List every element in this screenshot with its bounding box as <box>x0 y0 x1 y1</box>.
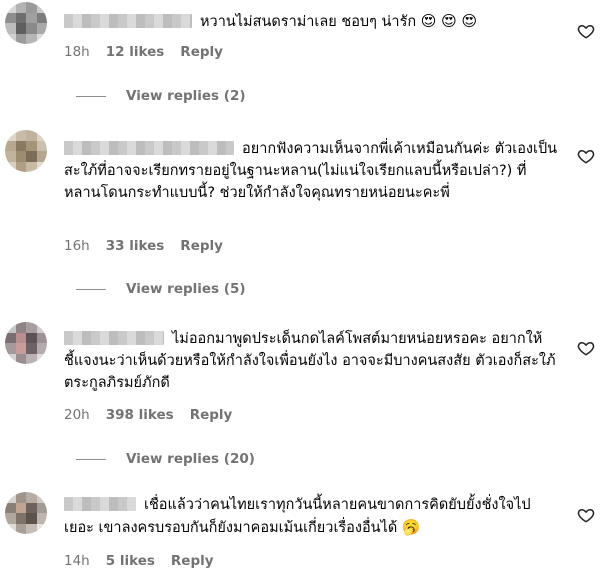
comment-text: ไม่ออกมาพูดประเด็นกดไลค์โพสต์มายหน่อยหรอ… <box>64 331 556 391</box>
username[interactable] <box>64 331 164 345</box>
username[interactable] <box>64 141 234 155</box>
timestamp: 16h <box>64 238 90 254</box>
smiling-face-with-heart-eyes-emoji: 😍 😍 😍 <box>420 12 478 30</box>
username[interactable] <box>64 497 136 511</box>
comment-text: เชื่อแล้วว่าคนไทยเราทุกวันนี้หลายคนขาดกา… <box>64 497 531 536</box>
divider <box>76 288 106 290</box>
heart-outline-icon[interactable] <box>577 22 595 40</box>
heart-outline-icon[interactable] <box>577 147 595 165</box>
comment-meta: 20h 398 likes Reply <box>64 407 248 423</box>
likes-count[interactable]: 33 likes <box>106 238 165 254</box>
view-replies-button[interactable]: View replies (2) <box>76 88 246 104</box>
likes-count[interactable]: 5 likes <box>106 553 155 569</box>
reply-button[interactable]: Reply <box>180 44 223 60</box>
divider <box>76 95 106 97</box>
timestamp: 14h <box>64 553 90 569</box>
view-replies-button[interactable]: View replies (5) <box>76 281 246 297</box>
comment-meta: 18h 12 likes Reply <box>64 44 239 60</box>
avatar[interactable] <box>5 492 47 534</box>
timestamp: 18h <box>64 44 90 60</box>
comment-meta: 14h 5 likes Reply <box>64 553 230 569</box>
timestamp: 20h <box>64 407 90 423</box>
reply-button[interactable]: Reply <box>171 553 214 569</box>
reply-button[interactable]: Reply <box>180 238 223 254</box>
comment-text: หวานไม่สนดราม่าเลย ชอบๆ น่ารัก 😍 😍 😍 <box>64 10 559 33</box>
heart-outline-icon[interactable] <box>577 339 595 357</box>
yawning-face-emoji: 🥱 <box>401 518 421 536</box>
username[interactable] <box>64 14 192 28</box>
comment-text: อยากฟังความเห็นจากพี่เค้าเหมือนกันค่ะ ตั… <box>64 141 558 201</box>
heart-outline-icon[interactable] <box>577 506 595 524</box>
likes-count[interactable]: 12 likes <box>106 44 165 60</box>
avatar[interactable] <box>5 322 47 364</box>
avatar[interactable] <box>5 130 47 172</box>
comment-meta: 16h 33 likes Reply <box>64 238 239 254</box>
divider <box>76 458 106 460</box>
avatar[interactable] <box>5 2 47 44</box>
reply-button[interactable]: Reply <box>190 407 233 423</box>
view-replies-button[interactable]: View replies (20) <box>76 451 255 467</box>
likes-count[interactable]: 398 likes <box>106 407 174 423</box>
